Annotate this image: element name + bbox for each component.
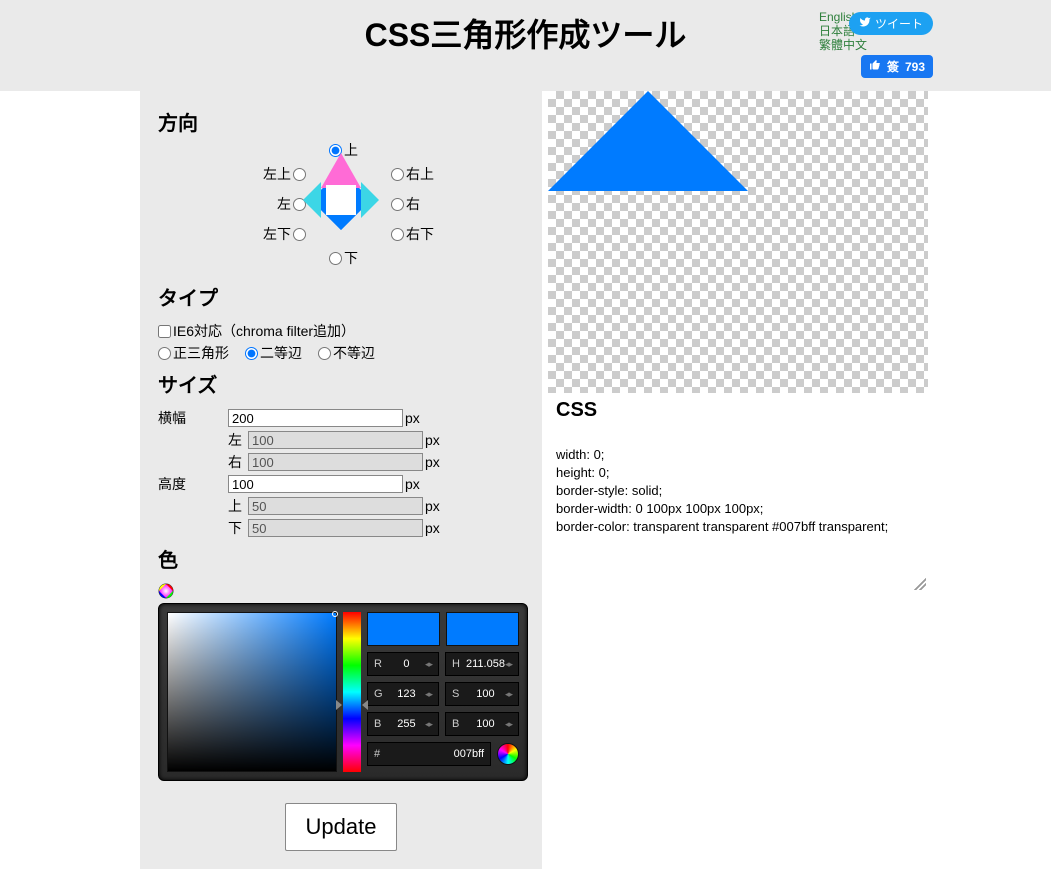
width-input[interactable]	[228, 409, 403, 427]
s-input[interactable]: S100◂▸	[445, 682, 519, 706]
height-top-label: 上	[158, 496, 248, 516]
size-heading: サイズ	[158, 369, 524, 398]
hue-slider[interactable]	[343, 612, 361, 772]
color-heading: 色	[158, 544, 524, 573]
direction-radio-topright[interactable]: 右上	[391, 164, 434, 184]
output-panel: CSS width: 0; height: 0; border-style: s…	[548, 91, 928, 869]
color-picker: R0◂▸ G123◂▸ B255◂▸ H211.058◂▸ S100◂▸ B10…	[158, 603, 528, 781]
direction-radio-botright[interactable]: 右下	[391, 224, 434, 244]
shape-radio-scalene[interactable]: 不等辺	[318, 343, 375, 363]
tweet-label: ツイート	[875, 15, 923, 32]
b-input[interactable]: B255◂▸	[367, 712, 439, 736]
direction-radio-botleft[interactable]: 左下	[263, 224, 306, 244]
color-wheel-button[interactable]	[497, 743, 519, 765]
direction-radio-bottom[interactable]: 下	[329, 248, 358, 268]
tweet-button[interactable]: ツイート	[849, 12, 933, 35]
triangle-shape	[548, 91, 748, 191]
width-left-input	[248, 431, 423, 449]
resize-handle-icon[interactable]	[914, 578, 926, 590]
shape-radio-isosceles[interactable]: 二等辺	[245, 343, 302, 363]
h-input[interactable]: H211.058◂▸	[445, 652, 519, 676]
height-top-input	[248, 497, 423, 515]
r-input[interactable]: R0◂▸	[367, 652, 439, 676]
height-input[interactable]	[228, 475, 403, 493]
width-right-label: 右	[158, 452, 248, 472]
width-right-input	[248, 453, 423, 471]
twitter-icon	[859, 16, 871, 31]
new-color-swatch[interactable]	[446, 612, 519, 646]
direction-radio-topleft[interactable]: 左上	[263, 164, 306, 184]
direction-heading: 方向	[158, 107, 524, 136]
current-color-swatch[interactable]	[367, 612, 440, 646]
color-wheel-icon	[158, 583, 174, 599]
like-label: 簽	[887, 58, 899, 75]
css-output-heading: CSS	[556, 399, 928, 422]
update-button[interactable]: Update	[285, 803, 398, 851]
type-heading: タイプ	[158, 282, 524, 311]
facebook-like-button[interactable]: 簽 793	[861, 55, 933, 78]
hex-input[interactable]: #007bff	[367, 742, 491, 766]
height-label: 高度	[158, 474, 228, 494]
b2-input[interactable]: B100◂▸	[445, 712, 519, 736]
width-left-label: 左	[158, 430, 248, 450]
direction-radio-left[interactable]: 左	[277, 194, 306, 214]
lang-link-chinese[interactable]: 繁體中文	[819, 38, 867, 52]
height-bot-label: 下	[158, 518, 248, 538]
header: CSS三角形作成ツール English 日本語 繁體中文 ツイート 簽 793	[0, 0, 1051, 91]
like-count: 793	[905, 60, 925, 74]
width-label: 横幅	[158, 408, 228, 428]
thumbs-up-icon	[869, 59, 881, 74]
shape-radio-equilateral[interactable]: 正三角形	[158, 343, 229, 363]
controls-panel: 方向 上 左上 右上 左 右 左下 右下 下 タイプ IE6対応（chroma …	[140, 91, 542, 869]
direction-preview-graphic	[299, 158, 383, 242]
direction-radio-right[interactable]: 右	[391, 194, 420, 214]
g-input[interactable]: G123◂▸	[367, 682, 439, 706]
saturation-panel[interactable]	[167, 612, 337, 772]
css-output-code[interactable]: width: 0; height: 0; border-style: solid…	[548, 428, 928, 572]
ie6-checkbox[interactable]: IE6対応（chroma filter追加）	[158, 321, 355, 341]
direction-selector: 上 左上 右上 左 右 左下 右下 下	[241, 146, 441, 276]
triangle-preview	[548, 91, 928, 393]
height-bot-input	[248, 519, 423, 537]
